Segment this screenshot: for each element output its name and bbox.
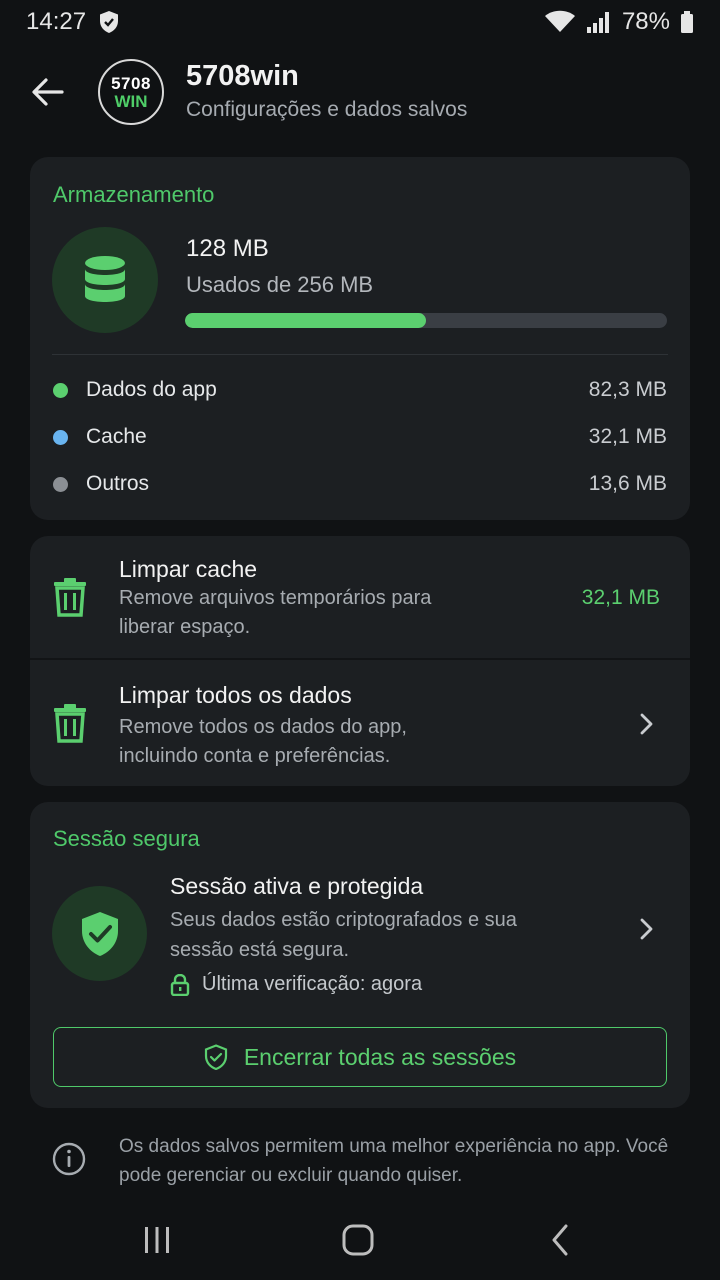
legend-dot — [53, 476, 68, 492]
database-icon — [85, 256, 125, 302]
status-bar: 14:27 78% — [0, 0, 720, 44]
session-section-title: Sessão segura — [53, 826, 200, 851]
end-all-sessions-label: Encerrar todas as sessões — [243, 1043, 517, 1070]
legend-label: Outros — [86, 472, 150, 495]
legend-value: 32,1 MB — [588, 425, 667, 448]
legend-item-app-data: Dados do app 82,3 MB — [53, 375, 667, 405]
recent-apps-icon — [145, 1227, 169, 1253]
storage-used-of-total: Usados de 256 MB — [186, 272, 374, 297]
system-nav-bar — [0, 1200, 720, 1280]
back-nav-button[interactable] — [540, 1220, 580, 1260]
storage-progress-fill — [185, 313, 426, 328]
trash-icon — [54, 704, 86, 743]
home-icon — [342, 1224, 374, 1256]
status-left: 14:27 — [26, 8, 120, 36]
shield-status-icon — [98, 10, 120, 34]
arrow-left-icon — [32, 78, 64, 106]
legend-dot — [53, 382, 68, 398]
app-header: 5708 WIN 5708win Configurações e dados s… — [0, 56, 720, 128]
shield-check-outline-icon — [204, 1044, 227, 1070]
legend-item-others: Outros 13,6 MB — [53, 469, 667, 499]
home-button[interactable] — [338, 1220, 378, 1260]
logo-text-bottom: WIN — [114, 91, 148, 111]
status-time: 14:27 — [26, 8, 87, 35]
legend-dot — [53, 429, 68, 445]
end-all-sessions-button[interactable]: Encerrar todas as sessões — [53, 1027, 667, 1087]
status-right: 78% — [544, 8, 694, 36]
info-note-text: Os dados salvos permitem uma melhor expe… — [119, 1136, 669, 1186]
storage-progress-bar — [185, 313, 667, 328]
app-logo: 5708 WIN — [98, 59, 164, 125]
storage-card: Armazenamento 128 MB Usados de 256 MB Da… — [30, 157, 690, 520]
chevron-right-icon — [640, 713, 653, 735]
page-title: 5708win — [186, 60, 299, 92]
session-heading: Sessão ativa e protegida — [170, 873, 424, 899]
back-nav-icon — [552, 1224, 568, 1256]
session-description: Seus dados estão criptografados e sua se… — [170, 909, 517, 961]
session-card: Sessão segura Sessão ativa e protegida S… — [30, 802, 690, 1108]
back-button[interactable] — [28, 72, 68, 112]
recent-apps-button[interactable] — [137, 1220, 177, 1260]
last-verification-text: Última verificação: agora — [202, 973, 423, 995]
clear-all-data-row[interactable]: Limpar todos os dados Remove todos os da… — [30, 660, 690, 786]
shield-icon-circle — [52, 886, 147, 981]
last-verification: Última verificação: agora — [170, 973, 422, 996]
clear-cache-row[interactable]: Limpar cache Remove arquivos temporários… — [30, 536, 690, 658]
battery-percent: 78% — [621, 8, 670, 35]
page-subtitle: Configurações e dados salvos — [186, 98, 468, 121]
database-icon-circle — [52, 227, 158, 333]
chevron-right-icon[interactable] — [636, 917, 656, 941]
actions-card: Limpar cache Remove arquivos temporários… — [30, 536, 690, 786]
clear-cache-description: Remove arquivos temporários para liberar… — [119, 587, 432, 638]
legend-value: 82,3 MB — [588, 378, 667, 401]
storage-used-value: 128 MB — [186, 235, 269, 262]
signal-icon — [586, 10, 612, 34]
battery-icon — [680, 10, 694, 34]
storage-section-title: Armazenamento — [53, 182, 215, 207]
lock-icon — [170, 973, 190, 996]
logo-text-top: 5708 — [111, 73, 151, 93]
cache-size-value: 32,1 MB — [581, 586, 660, 609]
legend-item-cache: Cache 32,1 MB — [53, 422, 667, 452]
legend-label: Dados do app — [86, 378, 217, 401]
clear-all-data-title: Limpar todos os dados — [119, 682, 352, 708]
shield-check-icon — [81, 911, 118, 956]
clear-all-data-description: Remove todos os dados do app, incluindo … — [119, 716, 407, 767]
legend-value: 13,6 MB — [588, 472, 667, 495]
storage-divider — [52, 354, 668, 355]
info-icon — [52, 1142, 86, 1176]
trash-icon — [54, 578, 86, 617]
wifi-icon — [544, 10, 576, 34]
clear-cache-title: Limpar cache — [119, 556, 258, 582]
legend-label: Cache — [86, 425, 147, 448]
